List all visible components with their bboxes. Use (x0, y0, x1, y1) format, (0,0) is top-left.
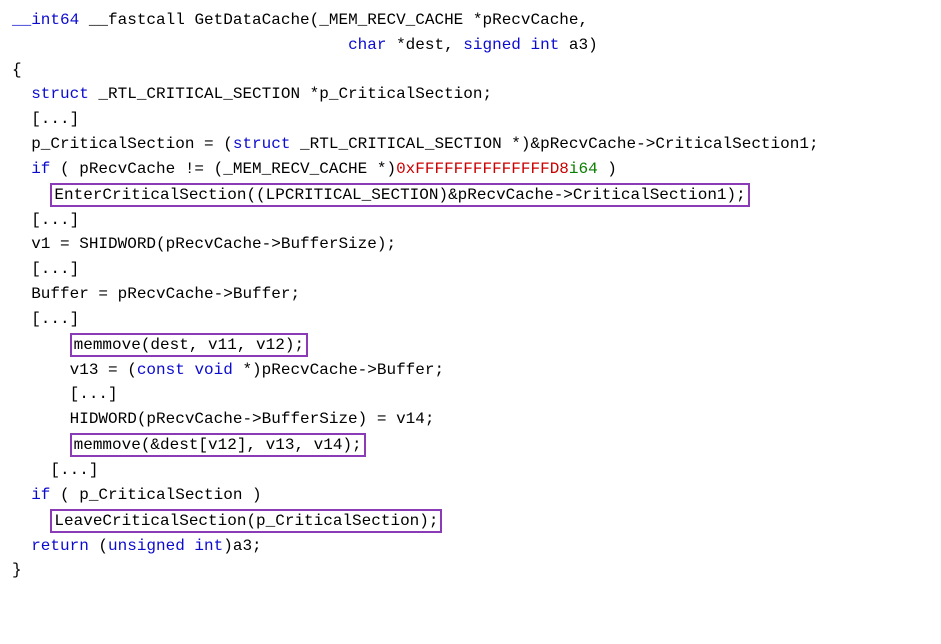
keyword-struct: struct (31, 85, 89, 103)
code-line-14: memmove(dest, v11, v12); (12, 332, 933, 358)
brace: { (12, 61, 22, 79)
type-keyword: __int64 (12, 11, 79, 29)
code-line-20: if ( p_CriticalSection ) (12, 483, 933, 508)
code-line-9: [...] (12, 208, 933, 233)
keyword-if: if (31, 486, 50, 504)
code-line-4: struct _RTL_CRITICAL_SECTION *p_Critical… (12, 82, 933, 107)
ellipsis: [...] (12, 110, 79, 128)
code-line-8: EnterCriticalSection((LPCRITICAL_SECTION… (12, 182, 933, 208)
code-text: *dest, (386, 36, 463, 54)
code-text: HIDWORD(pRecvCache->BufferSize) = v14; (12, 410, 434, 428)
code-line-1: __int64 __fastcall GetDataCache(_MEM_REC… (12, 8, 933, 33)
code-line-7: if ( pRecvCache != (_MEM_RECV_CACHE *)0x… (12, 157, 933, 182)
ellipsis: [...] (12, 385, 118, 403)
code-line-12: Buffer = pRecvCache->Buffer; (12, 282, 933, 307)
ellipsis: [...] (12, 310, 79, 328)
code-line-3: { (12, 58, 933, 83)
highlight-memmove-1: memmove(dest, v11, v12); (70, 333, 308, 357)
code-text: p_CriticalSection = ( (12, 135, 233, 153)
code-indent (12, 186, 50, 204)
code-text: _RTL_CRITICAL_SECTION *p_CriticalSection… (89, 85, 492, 103)
keyword-return: return (31, 537, 89, 555)
code-text: v13 = ( (12, 361, 137, 379)
code-line-18: memmove(&dest[v12], v13, v14); (12, 432, 933, 458)
highlight-memmove-2: memmove(&dest[v12], v13, v14); (70, 433, 366, 457)
ellipsis: [...] (12, 211, 79, 229)
code-text: Buffer = pRecvCache->Buffer; (12, 285, 300, 303)
keyword-struct: struct (233, 135, 291, 153)
num-suffix: i64 (569, 160, 598, 178)
code-line-16: [...] (12, 382, 933, 407)
code-indent (12, 512, 50, 530)
code-line-6: p_CriticalSection = (struct _RTL_CRITICA… (12, 132, 933, 157)
code-line-17: HIDWORD(pRecvCache->BufferSize) = v14; (12, 407, 933, 432)
code-line-5: [...] (12, 107, 933, 132)
code-indent (12, 36, 348, 54)
type-keyword: char (348, 36, 386, 54)
code-line-10: v1 = SHIDWORD(pRecvCache->BufferSize); (12, 232, 933, 257)
keyword-const-void: const void (137, 361, 233, 379)
code-line-13: [...] (12, 307, 933, 332)
highlight-leave-critical-section: LeaveCriticalSection(p_CriticalSection); (50, 509, 442, 533)
code-text: *)pRecvCache->Buffer; (233, 361, 444, 379)
code-text: ( p_CriticalSection ) (50, 486, 261, 504)
code-listing: __int64 __fastcall GetDataCache(_MEM_REC… (12, 8, 933, 583)
code-indent (12, 160, 31, 178)
code-line-11: [...] (12, 257, 933, 282)
highlight-enter-critical-section: EnterCriticalSection((LPCRITICAL_SECTION… (50, 183, 749, 207)
keyword-if: if (31, 160, 50, 178)
code-text: ) (598, 160, 617, 178)
code-indent (12, 85, 31, 103)
hex-literal: 0xFFFFFFFFFFFFFFD8 (396, 160, 569, 178)
code-text: )a3; (223, 537, 261, 555)
code-indent (12, 486, 31, 504)
code-text: v1 = SHIDWORD(pRecvCache->BufferSize); (12, 235, 396, 253)
code-text: _RTL_CRITICAL_SECTION *)&pRecvCache->Cri… (290, 135, 818, 153)
code-indent (12, 436, 70, 454)
code-line-15: v13 = (const void *)pRecvCache->Buffer; (12, 358, 933, 383)
code-line-22: return (unsigned int)a3; (12, 534, 933, 559)
brace: } (12, 561, 22, 579)
code-text: ( pRecvCache != (_MEM_RECV_CACHE *) (50, 160, 396, 178)
code-line-19: [...] (12, 458, 933, 483)
code-line-23: } (12, 558, 933, 583)
type-keyword: signed int (463, 36, 559, 54)
code-text: ( (89, 537, 108, 555)
code-line-2: char *dest, signed int a3) (12, 33, 933, 58)
code-text: a3) (559, 36, 597, 54)
code-indent (12, 537, 31, 555)
type-keyword: unsigned int (108, 537, 223, 555)
code-indent (12, 336, 70, 354)
ellipsis: [...] (12, 260, 79, 278)
ellipsis: [...] (12, 461, 98, 479)
code-text: __fastcall GetDataCache(_MEM_RECV_CACHE … (79, 11, 588, 29)
code-line-21: LeaveCriticalSection(p_CriticalSection); (12, 508, 933, 534)
